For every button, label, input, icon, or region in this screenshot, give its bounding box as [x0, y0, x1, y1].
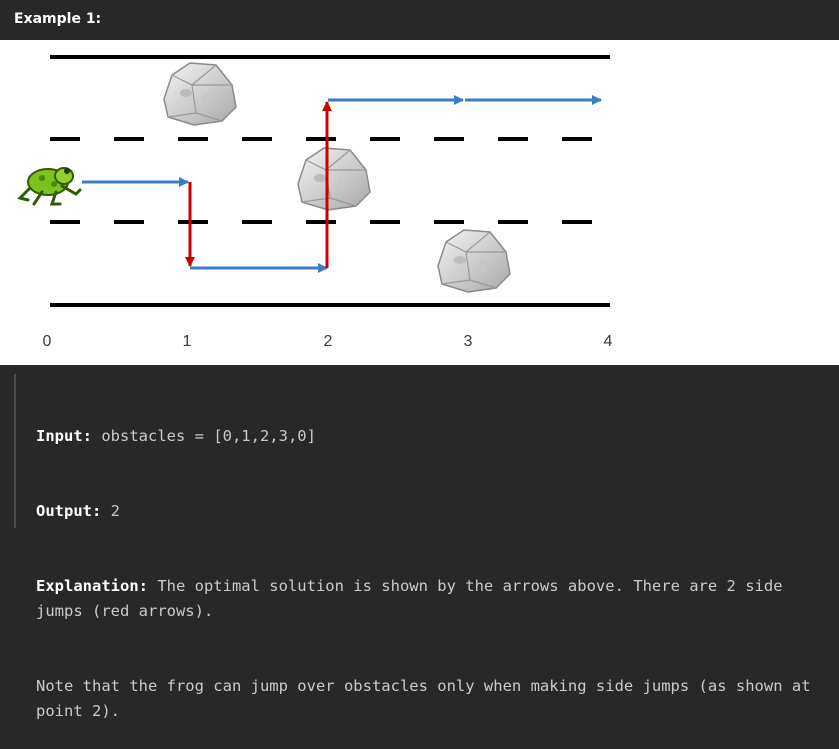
- output-line: Output: 2: [36, 499, 826, 524]
- point-label: 4: [604, 333, 613, 350]
- example-heading: Example 1:: [14, 11, 102, 27]
- input-line: Input: obstacles = [0,1,2,3,0]: [36, 424, 826, 449]
- frog-jump-diagram: 0 1 2 3 4: [0, 40, 839, 365]
- point-label: 3: [464, 333, 473, 350]
- diagram-canvas: 0 1 2 3 4: [0, 40, 839, 365]
- note-line: Note that the frog can jump over obstacl…: [36, 677, 820, 720]
- example-io-block: Input: obstacles = [0,1,2,3,0] Output: 2…: [14, 374, 826, 720]
- explanation-line: Explanation: The optimal solution is sho…: [36, 574, 826, 624]
- output-value: 2: [101, 502, 120, 520]
- input-value: obstacles = [0,1,2,3,0]: [92, 427, 316, 445]
- diagram-background: [0, 40, 839, 365]
- point-label: 2: [324, 333, 333, 350]
- output-label: Output:: [36, 502, 102, 520]
- point-label: 0: [43, 333, 52, 350]
- point-label: 1: [183, 333, 192, 350]
- input-label: Input:: [36, 427, 92, 445]
- explanation-text: The optimal solution is shown by the arr…: [36, 577, 792, 620]
- explanation-label: Explanation:: [36, 577, 148, 595]
